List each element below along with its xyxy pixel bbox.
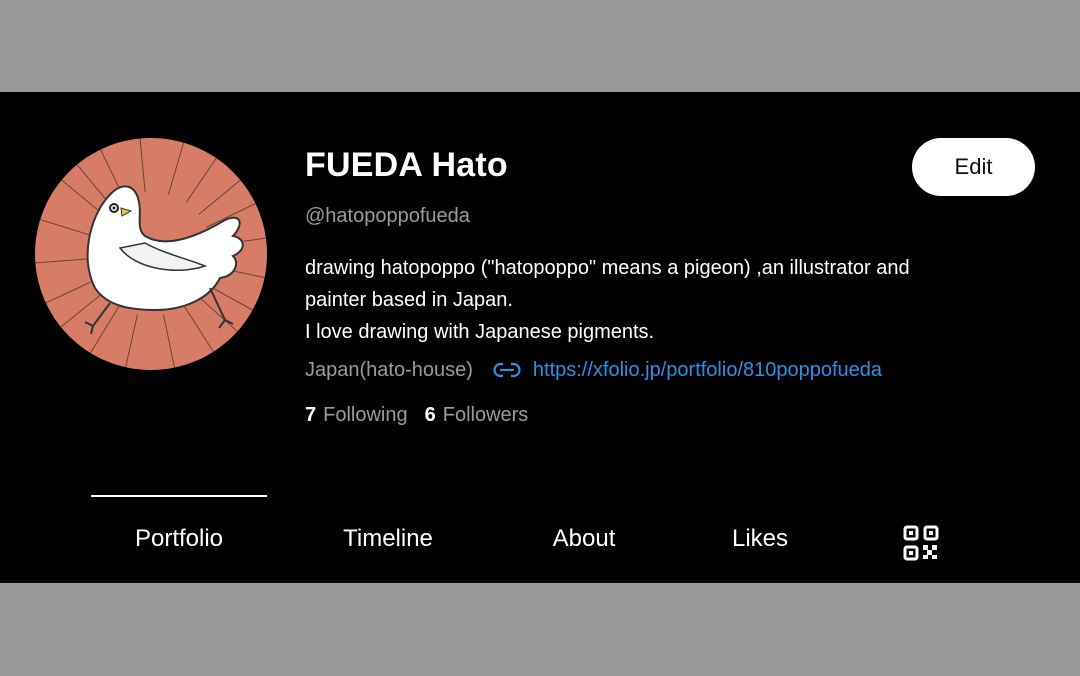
profile-name: FUEDA Hato	[305, 146, 508, 184]
profile-tabs: Portfolio Timeline About Likes	[0, 495, 1080, 583]
following-label[interactable]: Following	[323, 404, 407, 427]
following-count[interactable]: 7	[305, 404, 316, 427]
tab-timeline[interactable]: Timeline	[300, 495, 476, 583]
tab-likes[interactable]: Likes	[672, 495, 848, 583]
tab-portfolio[interactable]: Portfolio	[91, 495, 267, 583]
profile-website-link[interactable]: https://xfolio.jp/portfolio/810poppofued…	[533, 359, 882, 382]
profile-handle: @hatopoppofueda	[305, 205, 470, 227]
bio-line: painter based in Japan.	[305, 289, 513, 311]
avatar[interactable]	[35, 138, 267, 370]
tab-about[interactable]: About	[496, 495, 672, 583]
profile-bio: drawing hatopoppo ("hatopoppo" means a p…	[305, 252, 1045, 348]
link-icon	[493, 362, 521, 378]
qr-code-icon[interactable]	[903, 525, 939, 561]
pigeon-avatar-icon	[35, 138, 267, 370]
profile-stats: 7 Following 6 Followers	[305, 404, 528, 427]
followers-label[interactable]: Followers	[443, 404, 529, 427]
edit-profile-button[interactable]: Edit	[912, 138, 1035, 196]
profile-location: Japan(hato-house)	[305, 358, 473, 381]
profile-meta: Japan(hato-house) https://xfolio.jp/port…	[305, 357, 882, 383]
bio-line: drawing hatopoppo ("hatopoppo" means a p…	[305, 257, 910, 279]
profile-header: FUEDA Hato @hatopoppofueda drawing hatop…	[0, 92, 1080, 583]
followers-count[interactable]: 6	[425, 404, 436, 427]
bio-line: I love drawing with Japanese pigments.	[305, 321, 655, 343]
